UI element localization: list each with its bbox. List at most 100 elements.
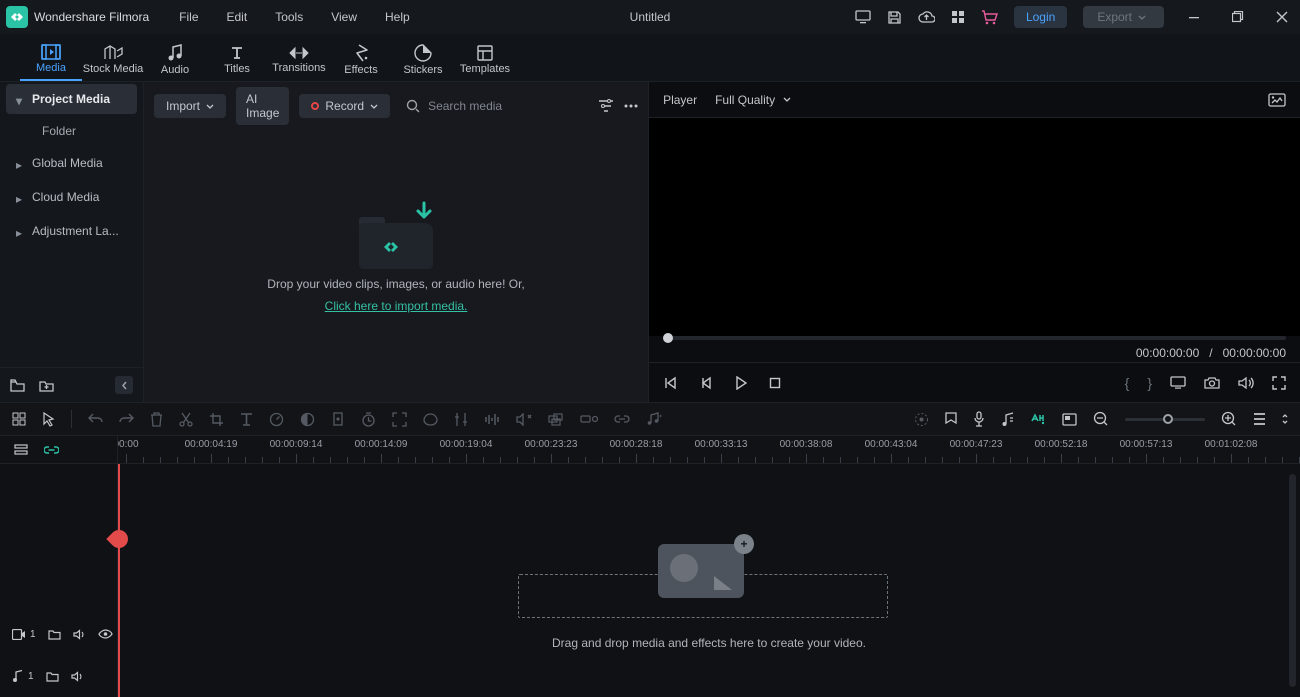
add-media-plus-icon[interactable]: + xyxy=(734,534,754,554)
cloud-icon[interactable] xyxy=(918,11,935,24)
login-button[interactable]: Login xyxy=(1014,6,1067,28)
collapse-sidebar-button[interactable] xyxy=(115,376,133,394)
camera-snapshot-icon[interactable] xyxy=(1204,376,1220,389)
media-drop-zone[interactable]: Drop your video clips, images, or audio … xyxy=(144,124,648,402)
menu-tools[interactable]: Tools xyxy=(275,10,303,24)
selection-tool-icon[interactable] xyxy=(42,412,55,427)
zoom-out-icon[interactable] xyxy=(1093,411,1109,427)
marker-icon[interactable] xyxy=(945,412,957,427)
cart-icon[interactable] xyxy=(981,10,998,25)
media-placeholder-thumb[interactable]: + xyxy=(658,544,744,598)
prev-frame-icon[interactable] xyxy=(663,376,677,390)
sidebar-item-adjustment-layer[interactable]: ▸ Adjustment La... xyxy=(6,216,137,246)
apps-icon[interactable] xyxy=(951,10,965,24)
menu-help[interactable]: Help xyxy=(385,10,410,24)
color-icon[interactable] xyxy=(300,412,315,427)
music-beat-icon[interactable] xyxy=(646,412,662,426)
grid-snap-icon[interactable] xyxy=(12,412,26,426)
snapshot-output-icon[interactable] xyxy=(1268,93,1286,107)
focus-icon[interactable] xyxy=(392,412,407,427)
tab-media[interactable]: Media xyxy=(20,38,82,81)
sidebar-item-cloud-media[interactable]: ▸ Cloud Media xyxy=(6,182,137,212)
overlay-icon[interactable] xyxy=(1062,413,1077,426)
tracks-scrollbar[interactable] xyxy=(1289,474,1296,687)
play-icon[interactable] xyxy=(735,376,747,390)
player-quality-dropdown[interactable]: Full Quality xyxy=(715,93,791,107)
redo-icon[interactable] xyxy=(119,413,134,425)
audio-mixer-icon[interactable] xyxy=(1001,412,1014,427)
menu-edit[interactable]: Edit xyxy=(227,10,248,24)
filter-icon[interactable] xyxy=(598,99,614,113)
more-icon[interactable] xyxy=(624,104,638,108)
mute-track-icon[interactable] xyxy=(73,629,86,640)
window-minimize[interactable] xyxy=(1180,3,1208,31)
undo-icon[interactable] xyxy=(88,413,103,425)
adjust-icon[interactable] xyxy=(454,412,468,427)
split-icon[interactable] xyxy=(179,412,193,427)
window-maximize[interactable] xyxy=(1224,3,1252,31)
render-preview-icon[interactable] xyxy=(914,412,929,427)
stop-icon[interactable] xyxy=(769,377,781,389)
mute-track-icon[interactable] xyxy=(71,671,84,682)
import-media-link[interactable]: Click here to import media. xyxy=(325,299,468,313)
search-input[interactable] xyxy=(428,99,588,113)
duration-icon[interactable] xyxy=(361,412,376,427)
track-manager-icon[interactable] xyxy=(14,444,28,456)
text-tool-icon[interactable] xyxy=(240,412,253,426)
keyframe-tool-icon[interactable] xyxy=(331,412,345,426)
record-vo-icon[interactable] xyxy=(580,413,598,425)
zoom-in-icon[interactable] xyxy=(1221,411,1237,427)
video-track-header[interactable]: 1 xyxy=(0,613,117,655)
save-icon[interactable] xyxy=(887,10,902,25)
import-button[interactable]: Import xyxy=(154,94,226,118)
progress-handle[interactable] xyxy=(663,333,673,343)
folder-small-icon[interactable] xyxy=(48,629,61,640)
step-back-icon[interactable] xyxy=(699,376,713,390)
group-icon[interactable] xyxy=(548,413,564,426)
menu-file[interactable]: File xyxy=(179,10,198,24)
ai-tools-icon[interactable] xyxy=(1030,411,1046,427)
speed-icon[interactable] xyxy=(269,412,284,427)
link-icon[interactable] xyxy=(614,413,630,425)
volume-icon[interactable] xyxy=(1238,376,1254,390)
sidebar-item-project-media[interactable]: ▾ Project Media xyxy=(6,84,137,114)
window-close[interactable] xyxy=(1268,3,1296,31)
desktop-icon[interactable] xyxy=(855,10,871,24)
tab-stock-media[interactable]: Stock Media xyxy=(82,38,144,81)
tab-audio[interactable]: Audio xyxy=(144,38,206,81)
sidebar-item-global-media[interactable]: ▸ Global Media xyxy=(6,148,137,178)
menu-view[interactable]: View xyxy=(331,10,357,24)
tab-effects[interactable]: Effects xyxy=(330,38,392,81)
delete-icon[interactable] xyxy=(150,412,163,427)
playhead[interactable] xyxy=(118,464,120,697)
zoom-handle[interactable] xyxy=(1163,414,1173,424)
mask-icon[interactable] xyxy=(423,413,438,426)
tracks-canvas[interactable]: + Drag and drop media and effects here t… xyxy=(118,464,1300,697)
mark-in-icon[interactable]: { xyxy=(1125,375,1130,391)
zoom-slider[interactable] xyxy=(1125,418,1205,421)
voiceover-mic-icon[interactable] xyxy=(973,411,985,427)
fullscreen-icon[interactable] xyxy=(1272,376,1286,390)
player-progress-bar[interactable] xyxy=(663,336,1286,340)
tab-titles[interactable]: Titles xyxy=(206,38,268,81)
sidebar-item-folder[interactable]: Folder xyxy=(0,116,143,146)
crop-icon[interactable] xyxy=(209,412,224,427)
tab-transitions[interactable]: Transitions xyxy=(268,38,330,81)
new-bin-icon[interactable] xyxy=(10,379,25,392)
tab-templates[interactable]: Templates xyxy=(454,38,516,81)
timeline-ruler[interactable]: 00:0000:00:04:1900:00:09:1400:00:14:0900… xyxy=(118,436,1300,463)
record-button[interactable]: Record xyxy=(299,94,390,118)
tab-stickers[interactable]: Stickers xyxy=(392,38,454,81)
visibility-track-icon[interactable] xyxy=(98,629,113,639)
new-folder-icon[interactable] xyxy=(39,379,54,392)
detach-audio-icon[interactable] xyxy=(516,413,532,426)
export-button[interactable]: Export xyxy=(1083,6,1164,28)
player-canvas[interactable] xyxy=(649,118,1300,336)
ai-image-button[interactable]: AI Image xyxy=(236,87,289,125)
auto-ripple-icon[interactable] xyxy=(44,444,59,456)
mark-out-icon[interactable]: } xyxy=(1147,375,1152,391)
folder-small-icon[interactable] xyxy=(46,671,59,682)
audio-track-header[interactable]: 1 xyxy=(0,655,117,697)
audio-eq-icon[interactable] xyxy=(484,413,500,426)
track-height-icon[interactable] xyxy=(1253,412,1266,426)
